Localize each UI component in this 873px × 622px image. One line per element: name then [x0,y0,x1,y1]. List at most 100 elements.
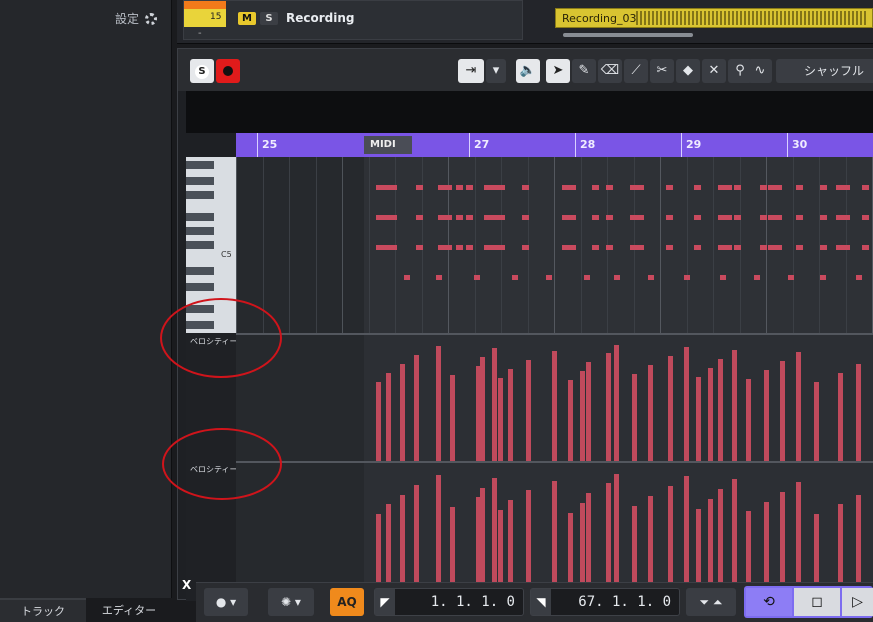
velocity-bar[interactable] [838,373,843,461]
velocity-bar[interactable] [614,345,619,461]
line-tool[interactable]: ∿ [748,59,772,83]
tab-track[interactable]: トラック [0,598,86,622]
midi-note[interactable] [498,215,505,220]
velocity-bar[interactable] [414,355,419,461]
black-key[interactable] [186,161,214,169]
metronome-button[interactable]: ✺ ▾ [268,588,314,616]
midi-note[interactable] [592,185,599,190]
midi-note[interactable] [438,185,452,190]
midi-note[interactable] [856,275,862,280]
velocity-bar[interactable] [386,373,391,461]
midi-note[interactable] [584,275,590,280]
velocity-bar[interactable] [668,356,673,461]
velocity-bar[interactable] [708,368,713,461]
midi-note[interactable] [484,245,498,250]
midi-note[interactable] [546,275,552,280]
velocity-bar[interactable] [746,379,751,461]
midi-note[interactable] [456,245,463,250]
stop-button[interactable]: ◻ [794,588,840,616]
velocity-bar[interactable] [400,364,405,461]
note-grid[interactable] [236,157,873,333]
midi-note[interactable] [734,185,741,190]
midi-note[interactable] [760,185,767,190]
midi-note[interactable] [522,245,529,250]
midi-note[interactable] [666,245,673,250]
midi-note[interactable] [760,245,767,250]
midi-note[interactable] [718,215,732,220]
midi-note[interactable] [734,245,741,250]
midi-note[interactable] [796,215,803,220]
ruler[interactable]: MIDI 02 25 27 28 29 30 [236,133,873,168]
velocity-bar[interactable] [508,369,513,461]
locator-jump-buttons[interactable]: ⏷ ⏶ [686,588,736,616]
midi-note[interactable] [836,215,850,220]
midi-note[interactable] [694,215,701,220]
midi-note[interactable] [466,185,473,190]
acoustic-feedback-button[interactable]: 🔈 [516,59,540,83]
midi-note[interactable] [376,245,390,250]
midi-note[interactable] [684,275,690,280]
settings-button[interactable]: 設定 [115,10,157,27]
midi-note[interactable] [648,275,654,280]
midi-note[interactable] [820,275,826,280]
velocity-bar[interactable] [586,362,591,461]
tab-editor[interactable]: エディター [86,598,172,622]
midi-note[interactable] [768,245,782,250]
velocity-lane[interactable] [236,461,873,601]
midi-note[interactable] [666,215,673,220]
midi-note[interactable] [592,245,599,250]
black-key[interactable] [186,213,214,221]
midi-note[interactable] [390,185,397,190]
solo-button[interactable]: S [260,12,278,25]
midi-note[interactable] [484,215,498,220]
midi-note[interactable] [416,245,423,250]
velocity-bar[interactable] [580,371,585,461]
velocity-bar[interactable] [632,374,637,461]
velocity-bar[interactable] [814,382,819,461]
midi-note[interactable] [474,275,480,280]
midi-note[interactable] [862,185,869,190]
midi-note[interactable] [416,215,423,220]
midi-note[interactable] [820,215,827,220]
mute-button[interactable]: M [238,12,256,25]
velocity-bar[interactable] [376,382,381,461]
midi-note[interactable] [376,215,390,220]
velocity-bar[interactable] [684,347,689,461]
midi-note[interactable] [820,245,827,250]
midi-note[interactable] [390,215,397,220]
velocity-bar[interactable] [718,359,723,461]
midi-note[interactable] [438,245,452,250]
draw-tool[interactable]: ✎ [572,59,596,83]
midi-note[interactable] [438,215,452,220]
midi-note[interactable] [720,275,726,280]
midi-note[interactable] [630,185,644,190]
midi-note[interactable] [436,275,442,280]
cycle-button[interactable]: ⟲ [746,588,792,616]
midi-note[interactable] [498,245,505,250]
trim-tool[interactable]: ⟋ [624,59,648,83]
midi-note[interactable] [630,215,644,220]
black-key[interactable] [186,227,214,235]
midi-note[interactable] [836,245,850,250]
velocity-bar[interactable] [492,348,497,461]
velocity-bar[interactable] [526,360,531,461]
midi-note[interactable] [466,215,473,220]
midi-note[interactable] [484,185,498,190]
midi-note[interactable] [606,245,613,250]
midi-note[interactable] [788,275,794,280]
velocity-bar[interactable] [568,380,573,461]
midi-note[interactable] [562,215,576,220]
midi-note[interactable] [820,185,827,190]
object-selection-tool[interactable]: ➤ [546,59,570,83]
auto-scroll-dropdown[interactable]: ▾ [486,59,506,83]
midi-note[interactable] [796,185,803,190]
velocity-bar[interactable] [606,353,611,461]
midi-note[interactable] [666,185,673,190]
velocity-bar[interactable] [648,365,653,461]
velocity-bar[interactable] [552,351,557,461]
midi-note[interactable] [606,215,613,220]
midi-note[interactable] [768,215,782,220]
velocity-lane[interactable] [236,333,873,461]
midi-note[interactable] [592,215,599,220]
mute-tool[interactable]: ✕ [702,59,726,83]
